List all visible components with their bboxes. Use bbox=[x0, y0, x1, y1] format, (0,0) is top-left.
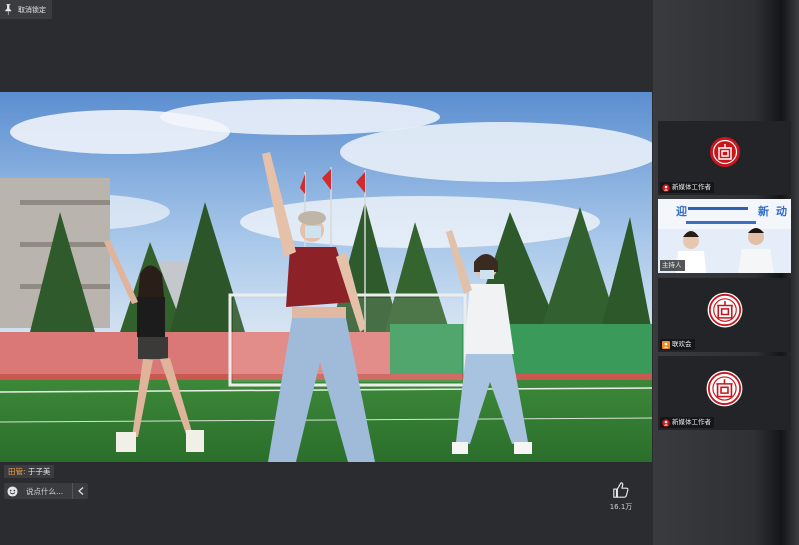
speaker-name-tag: 田管: 于子美 bbox=[4, 465, 55, 478]
participant-tile-host[interactable]: 迎 新 动 主持人 bbox=[658, 199, 791, 273]
participant-badge: 主持人 bbox=[660, 260, 685, 271]
collapse-button[interactable] bbox=[72, 483, 88, 499]
smile-icon[interactable] bbox=[7, 485, 18, 497]
main-stage: 取消锁定 田管: 于子美 说点什么... 16.1万 bbox=[0, 0, 653, 545]
comment-bar[interactable]: 说点什么... bbox=[4, 483, 88, 499]
participant-badge: 新媒体工作者 bbox=[660, 182, 714, 193]
user-icon bbox=[662, 418, 670, 427]
pin-icon bbox=[5, 4, 12, 15]
banner-text-a: 迎 bbox=[676, 205, 687, 218]
speaker-role: 田管: bbox=[8, 467, 26, 476]
chevron-left-icon bbox=[77, 487, 83, 495]
participant-badge: 联欢会 bbox=[660, 339, 695, 350]
unpin-button[interactable]: 取消锁定 bbox=[0, 0, 52, 19]
banner-text-c: 动 bbox=[776, 205, 787, 218]
participant-tile[interactable]: 新媒体工作者 bbox=[658, 121, 791, 195]
participant-badge: 新媒体工作者 bbox=[660, 417, 714, 428]
like-count: 16.1万 bbox=[609, 503, 633, 511]
comment-input[interactable]: 说点什么... bbox=[26, 486, 72, 497]
school-seal-logo bbox=[706, 370, 743, 407]
school-seal-logo bbox=[707, 292, 743, 328]
participant-tile[interactable]: 联欢会 bbox=[658, 278, 791, 352]
speaker-name: 于子美 bbox=[27, 467, 51, 476]
user-icon bbox=[662, 340, 670, 349]
banner-text-b: 新 bbox=[758, 205, 769, 218]
thumbs-up-icon bbox=[613, 482, 629, 498]
unpin-label: 取消锁定 bbox=[18, 5, 46, 14]
like-button[interactable]: 16.1万 bbox=[607, 481, 635, 512]
school-seal-logo bbox=[710, 137, 740, 167]
user-icon bbox=[662, 183, 670, 192]
main-video[interactable] bbox=[0, 92, 652, 462]
video-frame bbox=[0, 92, 652, 462]
participant-tile[interactable]: 新媒体工作者 bbox=[658, 356, 791, 430]
